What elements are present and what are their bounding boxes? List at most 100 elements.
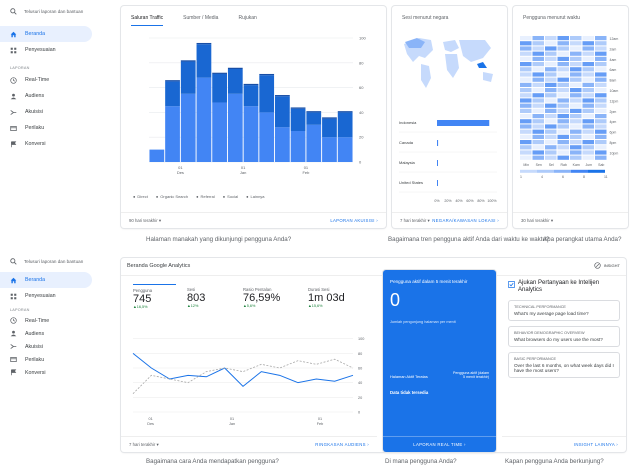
bar-segment <box>227 67 243 69</box>
sidebar-item-beranda[interactable]: Beranda <box>0 272 92 288</box>
heatmap-cell <box>595 129 607 134</box>
heatmap-cell <box>570 134 582 139</box>
heatmap-cell <box>545 119 557 124</box>
location-report-link[interactable]: NEGARA/KAWASAN LOKASI › <box>432 218 499 223</box>
tab-sumber-media[interactable]: Sumber / Media <box>183 15 218 26</box>
question-location[interactable]: Di mana pengguna Anda? <box>385 458 457 465</box>
heatmap-cell <box>582 124 594 129</box>
heatmap-cell <box>545 129 557 134</box>
y-tick-label: 80 <box>358 352 362 356</box>
question-active-users[interactable]: Bagaimana tren pengguna aktif Anda dari … <box>388 236 549 243</box>
heatmap-cell <box>545 108 557 113</box>
search-icon <box>10 7 17 15</box>
insights-button[interactable]: INSIGHT <box>594 262 620 269</box>
insight-item[interactable]: BASIC PERFORMANCE Over the last 6 months… <box>508 352 620 378</box>
heatmap-cell <box>520 88 532 93</box>
date-range-dropdown[interactable]: 7 hari terakhir ▾ <box>129 442 159 448</box>
x-tick-label: Feb <box>302 170 310 175</box>
date-range-dropdown[interactable]: 30 hari terakhir ▾ <box>521 218 553 224</box>
sidebar-item-label: Penyesuaian <box>25 47 56 53</box>
question-devices[interactable]: Apa perangkat utama Anda? <box>543 236 621 243</box>
metric-users[interactable]: Pengguna 745 ▲16,5% <box>133 284 176 309</box>
heatmap-cell <box>582 82 594 87</box>
country-label: Malaysia <box>399 160 416 165</box>
heatmap-cell <box>557 46 569 51</box>
sidebar-item-konversi[interactable]: Konversi <box>0 366 118 379</box>
insight-item[interactable]: BEHAVIOR DEMOGRAPHIC OVERVIEW What brows… <box>508 326 620 347</box>
realtime-report-link[interactable]: LAPORAN REAL TIME › <box>383 436 496 452</box>
x-tick-label: Sel <box>549 163 554 167</box>
acquisition-report-link[interactable]: LAPORAN AKUISISI › <box>330 218 378 223</box>
time-card-title: Pengguna menurut waktu <box>523 15 580 21</box>
tab-rujukan[interactable]: Rujukan <box>238 15 256 26</box>
bar-segment <box>227 93 243 162</box>
scale-label: 11 <box>604 175 608 179</box>
heatmap-cell <box>520 103 532 108</box>
sidebar-item-penyesuaian[interactable]: Penyesuaian <box>0 288 118 304</box>
heatmap-cell <box>582 62 594 67</box>
more-insights-link[interactable]: INSIGHT LAINNYA › <box>502 436 626 452</box>
x-tick-label: Des <box>147 422 154 426</box>
y-tick-label: 6am <box>610 68 617 72</box>
heatmap-cell <box>582 103 594 108</box>
sidebar-item-akuisisi[interactable]: Akuisisi <box>0 340 118 353</box>
sidebar-item-realtime[interactable]: Real-Time <box>0 72 118 88</box>
heatmap-cell <box>582 140 594 145</box>
audience-overview-link[interactable]: RINGKASAN AUDIENS › <box>315 442 369 447</box>
insight-text: Over the last 6 months, on what week day… <box>514 363 614 373</box>
legend-item: Lainnya <box>246 194 265 199</box>
heatmap-cell <box>532 88 544 93</box>
heatmap-cell <box>595 56 607 61</box>
sidebar-item-akuisisi[interactable]: Akuisisi <box>0 104 118 120</box>
question-visit-time[interactable]: Kapan pengguna Anda berkunjung? <box>505 458 604 465</box>
acquisition-icon <box>10 343 17 350</box>
y-tick-label: 12pm <box>610 99 619 103</box>
date-range-dropdown[interactable]: 90 hari terakhir ▾ <box>129 218 161 224</box>
sidebar-item-penyesuaian[interactable]: Penyesuaian <box>0 42 118 58</box>
heatmap-cell <box>582 145 594 150</box>
metric-session-duration[interactable]: Durasi Sesi 1m 03d ▲15,6% <box>308 287 368 308</box>
sidebar-item-audiens[interactable]: Audiens <box>0 327 118 340</box>
y-tick-label: 20 <box>359 135 364 140</box>
sidebar-item-realtime[interactable]: Real-Time <box>0 314 118 327</box>
metric-sessions[interactable]: Sesi 803 ▲12% <box>187 287 227 308</box>
search-bar[interactable]: Telusuri laporan dan bantuan <box>0 0 118 22</box>
sidebar-item-konversi[interactable]: Konversi <box>0 136 118 152</box>
heatmap-cell <box>595 93 607 98</box>
question-acquisition[interactable]: Bagaimana cara Anda mendapatkan pengguna… <box>146 458 279 465</box>
tab-saluran-traffic[interactable]: Saluran Traffic <box>131 15 164 26</box>
traffic-footer: 90 hari terakhir ▾ LAPORAN AKUISISI › <box>121 212 386 228</box>
y-tick-label: 100 <box>358 337 364 341</box>
y-tick-label: 6pm <box>610 131 617 135</box>
metrics-panel: Pengguna 745 ▲16,5% Sesi 803 ▲12% Rasio … <box>121 276 377 452</box>
metric-value: 745 <box>133 293 152 305</box>
heatmap-cell <box>570 150 582 155</box>
insight-item[interactable]: TECHNICAL PERFORMANCE What's my average … <box>508 300 620 321</box>
bar-segment <box>243 106 259 162</box>
heatmap-cell <box>520 46 532 51</box>
heatmap-cell <box>520 150 532 155</box>
sidebar-item-beranda[interactable]: Beranda <box>0 26 92 42</box>
heatmap-cell <box>532 129 544 134</box>
active-users-label: Pengguna aktif (dalam 5 menit terakhir) <box>453 371 489 380</box>
sidebar-item-perilaku[interactable]: Perilaku <box>0 353 118 366</box>
scale-swatch <box>571 169 588 173</box>
sidebar-item-perilaku[interactable]: Perilaku <box>0 120 118 136</box>
question-pages[interactable]: Halaman manakah yang dikunjungi pengguna… <box>146 236 291 243</box>
sidebar-item-label: Akuisisi <box>25 109 43 115</box>
date-range-dropdown[interactable]: 7 hari terakhir ▾ <box>400 218 430 224</box>
heatmap-cell <box>545 134 557 139</box>
x-tick-label: Jum <box>585 163 592 167</box>
legend-item: Organic Search <box>156 194 188 199</box>
heatmap-cell <box>595 108 607 113</box>
metric-bounce-rate[interactable]: Rasio Pentalan 76,59% ▲5,6% <box>243 287 298 308</box>
sidebar-item-audiens[interactable]: Audiens <box>0 88 118 104</box>
country-label: United States <box>399 180 423 185</box>
heatmap-cell <box>545 36 557 41</box>
series-line <box>132 352 354 388</box>
heatmap-cell <box>520 108 532 113</box>
search-bar[interactable]: Telusuri laporan dan bantuan <box>0 250 118 272</box>
heatmap-cell <box>545 155 557 160</box>
heatmap-cell <box>557 134 569 139</box>
sidebar-item-label: Perilaku <box>25 356 45 363</box>
